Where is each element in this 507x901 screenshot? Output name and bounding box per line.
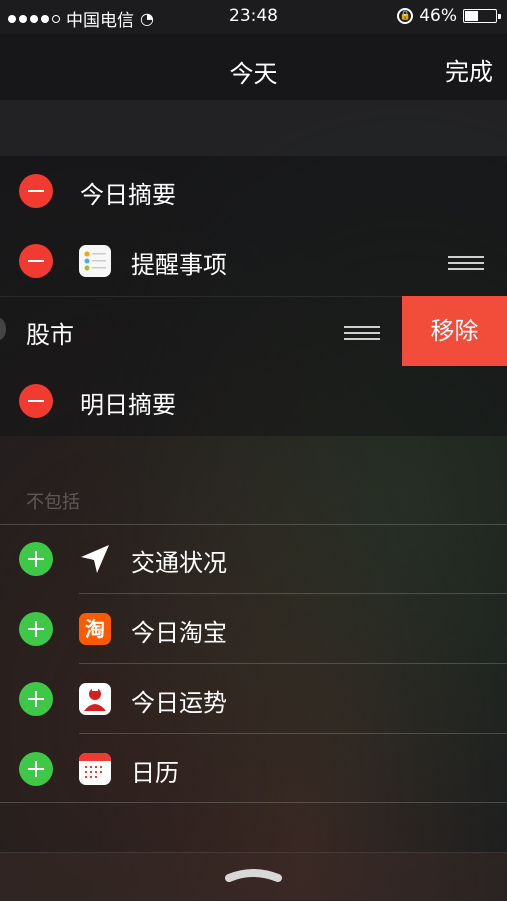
remove-button[interactable]: 移除 (402, 296, 507, 366)
done-button[interactable]: 完成 (445, 52, 493, 87)
status-bar: 中国电信 ◔ 23:48 🔒 46% (0, 0, 507, 34)
widget-row-tomorrow-summary[interactable]: 明日摘要 (0, 366, 507, 436)
widget-label: 明日摘要 (80, 391, 176, 419)
page-title: 今天 (229, 60, 278, 88)
remove-circle-button[interactable] (19, 384, 53, 418)
add-circle-button[interactable] (19, 612, 53, 646)
header-spacer (0, 100, 507, 156)
section-header-excluded: 不包括 (26, 492, 80, 513)
widget-row-reminders[interactable]: 提醒事项 (0, 226, 507, 296)
calendar-icon (79, 753, 111, 785)
widget-row-today-summary[interactable]: 今日摘要 (0, 156, 507, 226)
navigation-header: 今天 完成 (0, 34, 507, 100)
widget-row-horoscope[interactable]: 今日运势 (0, 664, 507, 734)
widget-label: 股市 (26, 321, 74, 349)
row-divider (0, 802, 507, 803)
rotation-lock-icon: 🔒 (397, 8, 414, 24)
reorder-handle-icon[interactable] (448, 256, 484, 270)
widget-label: 今日摘要 (80, 181, 176, 209)
status-right: 🔒 46% (397, 6, 501, 26)
battery-tip (498, 14, 501, 19)
widget-row-calendar[interactable]: 日历 (0, 734, 507, 804)
widget-label: 今日运势 (131, 689, 227, 717)
reorder-handle-icon[interactable] (344, 326, 380, 340)
add-circle-button[interactable] (19, 682, 53, 716)
reminders-icon (79, 245, 111, 277)
battery-percent: 46% (419, 6, 457, 26)
widget-row-taobao[interactable]: 淘 今日淘宝 (0, 594, 507, 664)
widget-label: 交通状况 (131, 549, 227, 577)
widget-label: 今日淘宝 (131, 619, 227, 647)
add-circle-button[interactable] (19, 752, 53, 786)
remove-circle-button[interactable] (19, 244, 53, 278)
horoscope-icon (79, 683, 111, 715)
remove-circle-button[interactable] (19, 174, 53, 208)
taobao-icon: 淘 (79, 613, 111, 645)
widget-label: 提醒事项 (131, 251, 227, 279)
location-arrow-icon (79, 543, 111, 575)
widget-row-traffic[interactable]: 交通状况 (0, 524, 507, 594)
grabber-handle-icon[interactable] (225, 866, 282, 882)
add-circle-button[interactable] (19, 542, 53, 576)
widget-label: 日历 (131, 759, 179, 787)
battery-fill (465, 11, 479, 21)
battery-icon (463, 9, 501, 23)
